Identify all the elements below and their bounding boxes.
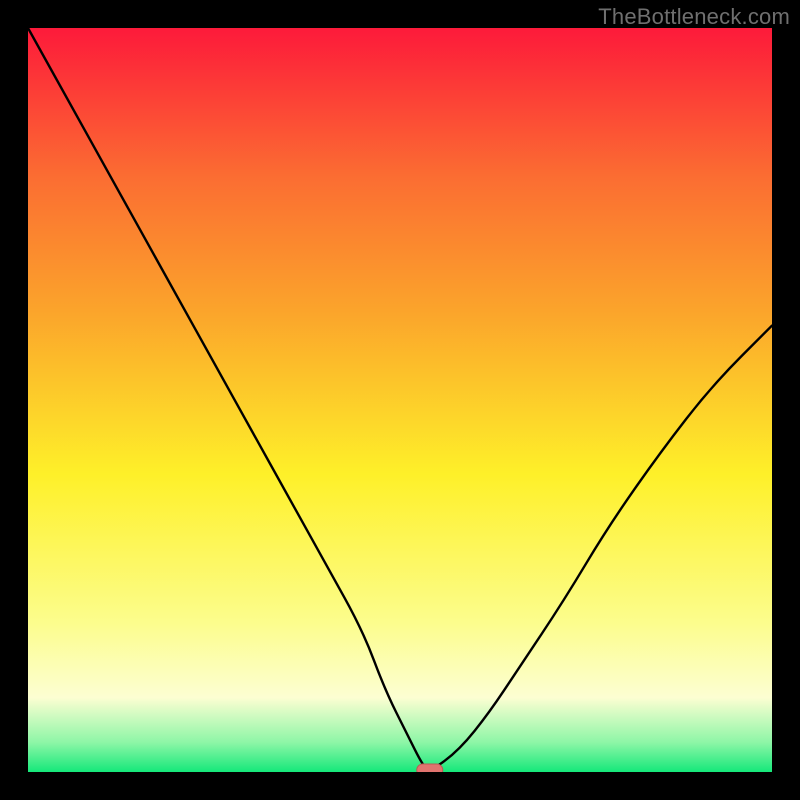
gradient-background [28, 28, 772, 772]
optimum-marker [417, 764, 443, 772]
chart-frame: TheBottleneck.com [0, 0, 800, 800]
plot-svg [28, 28, 772, 772]
attribution-label: TheBottleneck.com [598, 4, 790, 30]
plot-area [28, 28, 772, 772]
